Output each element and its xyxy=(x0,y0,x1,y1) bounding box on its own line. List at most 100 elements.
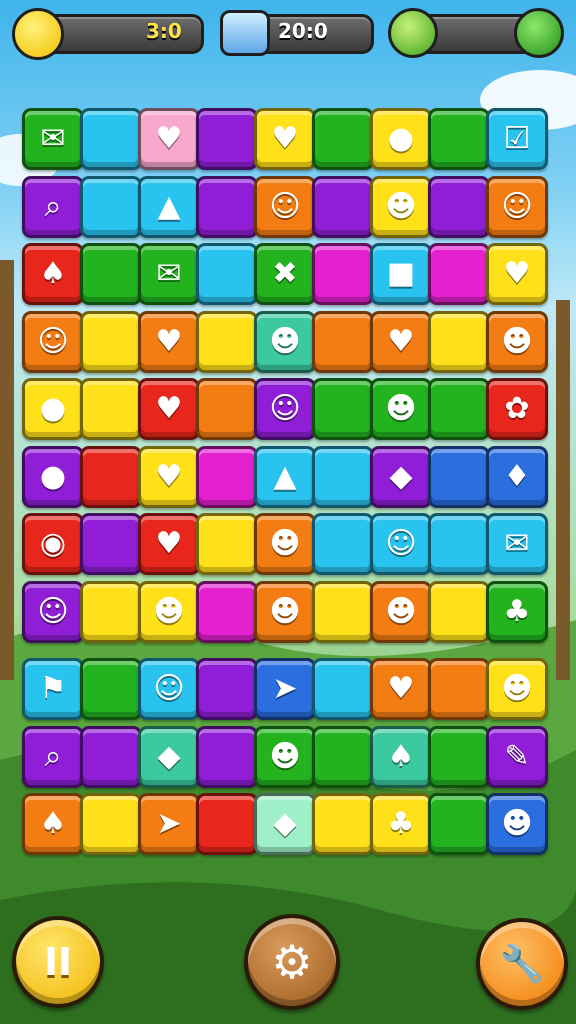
board-tile[interactable]: ◆ xyxy=(138,725,200,788)
board-tile[interactable]: ♦ xyxy=(486,445,548,508)
board-tile[interactable]: ☺ xyxy=(486,175,548,238)
board-tile[interactable] xyxy=(428,108,490,170)
board-tile[interactable]: ☻ xyxy=(138,580,200,643)
board-tile[interactable] xyxy=(80,580,142,643)
board-tile[interactable]: ▲ xyxy=(254,445,316,508)
board-tile[interactable]: ☺ xyxy=(22,580,84,643)
board-tile[interactable]: ▲ xyxy=(138,175,200,238)
board-tile[interactable] xyxy=(312,513,374,575)
settings-button[interactable]: ⚙ xyxy=(244,914,340,1010)
board-tile[interactable] xyxy=(80,513,142,575)
board-tile[interactable]: ✉ xyxy=(138,243,200,305)
board-tile[interactable]: ☺ xyxy=(254,378,316,440)
board-tile[interactable]: ♥ xyxy=(370,658,432,720)
board-tile[interactable] xyxy=(428,445,490,508)
board-tile[interactable] xyxy=(312,378,374,440)
board-tile[interactable] xyxy=(428,580,490,643)
wrench-icon[interactable] xyxy=(514,8,564,58)
board-tile[interactable]: ♥ xyxy=(254,108,316,170)
board-tile[interactable] xyxy=(196,580,258,643)
board-tile[interactable] xyxy=(428,793,490,855)
board-tile[interactable]: ♣ xyxy=(370,793,432,855)
board-tile[interactable]: ♥ xyxy=(138,513,200,575)
board-tile[interactable]: ✖ xyxy=(254,243,316,305)
board-tile[interactable] xyxy=(428,725,490,788)
board-tile[interactable] xyxy=(80,243,142,305)
board-tile[interactable] xyxy=(428,513,490,575)
board-tile[interactable]: ◆ xyxy=(254,793,316,855)
board-tile[interactable]: ☺ xyxy=(254,175,316,238)
tool-button[interactable]: 🔧 xyxy=(476,918,568,1010)
board-tile[interactable] xyxy=(428,310,490,373)
board-tile[interactable]: ☺ xyxy=(22,310,84,373)
board-tile[interactable]: ♠ xyxy=(370,725,432,788)
board-tile[interactable] xyxy=(196,243,258,305)
board-tile[interactable]: ➤ xyxy=(138,793,200,855)
board-tile[interactable]: ☑ xyxy=(486,108,548,170)
board-tile[interactable] xyxy=(196,513,258,575)
board-tile[interactable]: ♠ xyxy=(22,243,84,305)
board-tile[interactable] xyxy=(80,725,142,788)
board-tile[interactable] xyxy=(80,175,142,238)
board-tile[interactable]: ⌕ xyxy=(22,175,84,238)
board-tile[interactable] xyxy=(428,658,490,720)
board-tile[interactable]: ☻ xyxy=(370,175,432,238)
board-tile[interactable]: ● xyxy=(22,445,84,508)
board-tile[interactable]: ● xyxy=(22,378,84,440)
board-tile[interactable] xyxy=(312,580,374,643)
board-tile[interactable] xyxy=(80,310,142,373)
board-tile[interactable]: ☺ xyxy=(138,658,200,720)
board-tile[interactable] xyxy=(428,175,490,238)
board-tile[interactable]: ♥ xyxy=(138,108,200,170)
board-tile[interactable]: ♣ xyxy=(486,580,548,643)
board-tile[interactable]: ♠ xyxy=(22,793,84,855)
board-tile[interactable]: ✎ xyxy=(486,725,548,788)
board-tile[interactable] xyxy=(312,243,374,305)
pause-button[interactable]: II xyxy=(12,916,104,1008)
board-tile[interactable]: ✉ xyxy=(486,513,548,575)
board-tile[interactable]: ♥ xyxy=(486,243,548,305)
board-tile[interactable]: ✿ xyxy=(486,378,548,440)
board-tile[interactable]: ● xyxy=(370,108,432,170)
board-tile[interactable]: ♥ xyxy=(138,445,200,508)
board-tile[interactable] xyxy=(196,378,258,440)
board-tile[interactable] xyxy=(428,243,490,305)
board-tile[interactable] xyxy=(312,108,374,170)
board-tile[interactable]: ☺ xyxy=(370,513,432,575)
board-tile[interactable]: ➤ xyxy=(254,658,316,720)
board-tile[interactable] xyxy=(196,658,258,720)
board-tile[interactable]: ◉ xyxy=(22,513,84,575)
board-tile[interactable]: ☻ xyxy=(254,725,316,788)
board-tile[interactable]: ☻ xyxy=(370,378,432,440)
board-tile[interactable] xyxy=(80,658,142,720)
board-tile[interactable] xyxy=(312,658,374,720)
board-tile[interactable]: ■ xyxy=(370,243,432,305)
board-tile[interactable]: ♥ xyxy=(370,310,432,373)
board-tile[interactable] xyxy=(80,378,142,440)
board-tile[interactable]: ☻ xyxy=(370,580,432,643)
board-tile[interactable] xyxy=(80,793,142,855)
board-tile[interactable]: ♥ xyxy=(138,310,200,373)
board-tile[interactable]: ♥ xyxy=(138,378,200,440)
board-tile[interactable] xyxy=(428,378,490,440)
board-tile[interactable] xyxy=(196,445,258,508)
board-tile[interactable]: ☻ xyxy=(254,513,316,575)
board-tile[interactable]: ☻ xyxy=(486,310,548,373)
board-tile[interactable]: ⚑ xyxy=(22,658,84,720)
board-tile[interactable] xyxy=(196,108,258,170)
board-tile[interactable] xyxy=(196,725,258,788)
board-tile[interactable] xyxy=(312,445,374,508)
board-tile[interactable] xyxy=(312,793,374,855)
board-tile[interactable] xyxy=(312,175,374,238)
board-tile[interactable]: ☻ xyxy=(486,793,548,855)
board-tile[interactable] xyxy=(312,725,374,788)
board-tile[interactable] xyxy=(196,175,258,238)
board-tile[interactable]: ⌕ xyxy=(22,725,84,788)
board-tile[interactable]: ◆ xyxy=(370,445,432,508)
board-tile[interactable]: ☻ xyxy=(486,658,548,720)
board-tile[interactable] xyxy=(312,310,374,373)
board-tile[interactable]: ☻ xyxy=(254,310,316,373)
board-tile[interactable]: ☻ xyxy=(254,580,316,643)
board-tile[interactable] xyxy=(196,793,258,855)
board-tile[interactable] xyxy=(80,108,142,170)
